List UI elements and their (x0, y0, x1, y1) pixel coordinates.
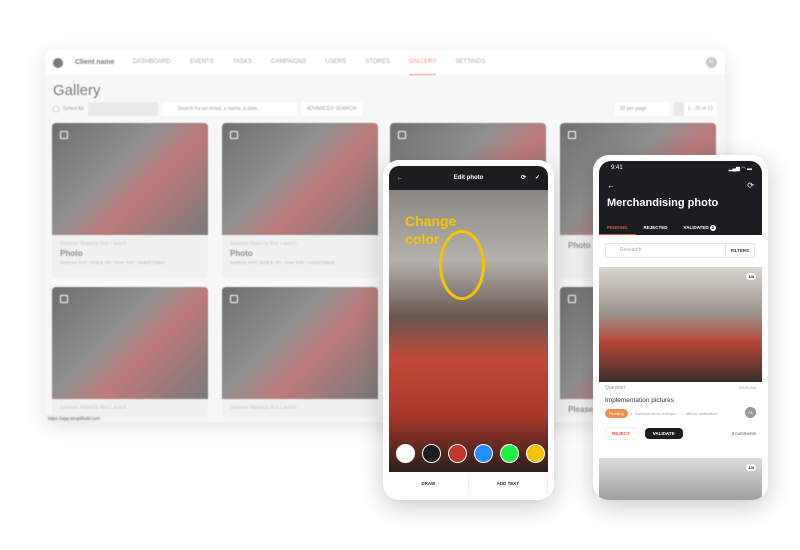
color-swatch[interactable] (422, 444, 441, 463)
photo-count: 1/4 (746, 273, 756, 280)
color-swatch[interactable] (526, 444, 545, 463)
color-swatch[interactable] (474, 444, 493, 463)
annotation-circle (439, 230, 485, 300)
status-badge: Pending (605, 409, 628, 418)
color-swatch[interactable] (500, 444, 519, 463)
tab-validated[interactable]: VALIDATED 2 (676, 221, 724, 235)
item-title: Implementation pictures (605, 397, 675, 404)
filters-button[interactable]: FILTERS (724, 244, 754, 257)
edit-photo-phone: ← Edit photo ⟳ ✓ Change color DRAW ADD T… (383, 160, 554, 500)
color-swatch[interactable] (396, 444, 415, 463)
edit-actions: DRAW ADD TEXT (389, 474, 548, 494)
avatar: AL (745, 407, 756, 418)
merch-header: 9:41 ▂▄▆ ◠ ▬ ← ⟳ Merchandising photo PEN… (599, 161, 762, 235)
photo-canvas[interactable]: Change color (389, 190, 548, 472)
edit-header: ← Edit photo ⟳ ✓ (389, 166, 548, 190)
edit-title: Edit photo (453, 175, 484, 181)
refresh-icon[interactable]: ⟳ (747, 181, 754, 190)
color-swatch[interactable] (448, 444, 467, 463)
photo-count: 1/4 (746, 464, 756, 471)
tag-campaign: Concept store champs... (635, 411, 679, 416)
merch-title: Merchandising photo (607, 197, 719, 209)
question-time: 09:00 AM (739, 385, 756, 390)
tab-rejected[interactable]: REJECTED (636, 221, 676, 235)
add-text-button[interactable]: ADD TEXT (469, 474, 548, 494)
question-label: Question: (605, 385, 627, 391)
back-arrow-icon[interactable]: ← (607, 181, 615, 190)
photo[interactable]: 1/4 (599, 267, 762, 382)
reject-button[interactable]: REJECT (605, 427, 637, 440)
merch-phone: 9:41 ▂▄▆ ◠ ▬ ← ⟳ Merchandising photo PEN… (593, 155, 768, 500)
refresh-icon[interactable]: ⟳ (521, 166, 526, 190)
status-icons: ▂▄▆ ◠ ▬ (728, 166, 752, 172)
check-icon[interactable]: ✓ (535, 166, 540, 190)
back-arrow-icon[interactable]: ← (397, 166, 403, 190)
search-placeholder: Research (620, 247, 642, 253)
validated-count: 2 (709, 225, 716, 231)
tab-pending[interactable]: PENDING (599, 221, 636, 235)
tag-task: Merch Verification (685, 411, 718, 416)
draw-button[interactable]: DRAW (389, 474, 469, 494)
photo[interactable]: 1/4 (599, 458, 762, 500)
comments-link[interactable]: 3 comments (731, 431, 756, 436)
validate-button[interactable]: VALIDATE (644, 428, 683, 439)
tab-validated-label: VALIDATED (683, 225, 709, 230)
status-time: 9:41 (611, 165, 623, 171)
status-url: https://app.simplifield.com (45, 415, 103, 422)
search-input[interactable]: Research FILTERS (605, 243, 755, 258)
